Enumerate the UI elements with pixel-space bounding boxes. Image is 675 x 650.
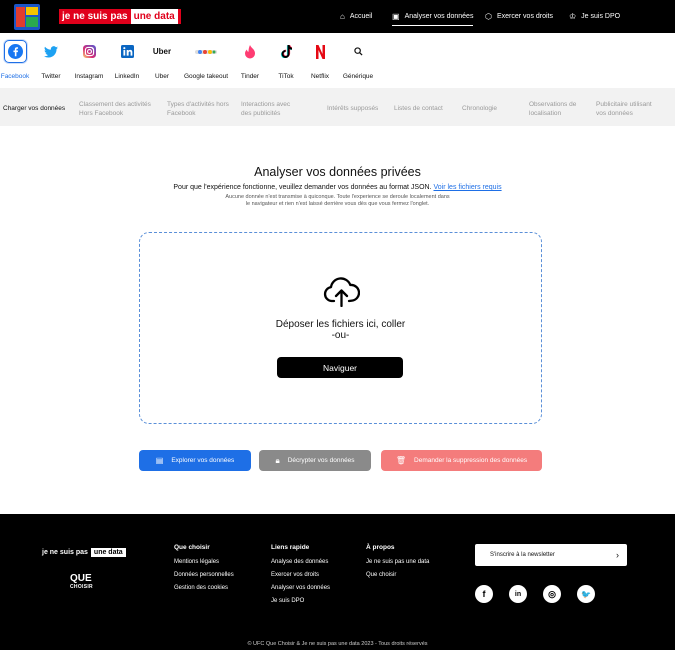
chevron-right-icon: › bbox=[616, 550, 619, 560]
subnav-label: Charger vos données bbox=[3, 105, 66, 112]
button-label: Explorer vos données bbox=[171, 457, 235, 464]
footer-col-heading: À propos bbox=[366, 544, 395, 551]
brand-logo[interactable]: je ne suis pas une data bbox=[59, 9, 181, 24]
brand-text-2: une data bbox=[130, 9, 178, 24]
file-dropzone[interactable]: Déposer les fichiers ici, coller -ou- Na… bbox=[139, 232, 542, 424]
nav-label: Exercer vos droits bbox=[496, 13, 554, 20]
footer-col-heading: Liens rapide bbox=[271, 544, 310, 551]
footer-col-liens-rapide: Liens rapide Analyse des données Exercer… bbox=[271, 544, 330, 611]
ufc-logo[interactable] bbox=[14, 4, 40, 30]
privacy-notice: Aucune donnée n'est transmise à quiconqu… bbox=[225, 194, 450, 207]
nav-dpo[interactable]: ♔ Je suis DPO bbox=[569, 0, 620, 33]
nav-analyser[interactable]: ▣ Analyser vos données bbox=[392, 0, 474, 33]
intro-sentence: Pour que l'expérience fonctionne, veuill… bbox=[173, 184, 432, 191]
database-icon: ▤ bbox=[155, 456, 164, 465]
uber-icon: Uber bbox=[151, 40, 174, 63]
subnav-charger[interactable]: Charger vos données bbox=[3, 104, 65, 113]
subnav-label: Publicitaire utilisant vos données bbox=[596, 101, 652, 117]
subnav-contacts[interactable]: Listes de contact bbox=[394, 104, 443, 113]
drop-or-label: -ou- bbox=[331, 330, 350, 341]
google-takeout-icon bbox=[195, 40, 218, 63]
subnav-label: Classement des activités Hors Facebook bbox=[79, 101, 151, 117]
page-title: Analyser vos données privées bbox=[254, 165, 421, 179]
top-bar: je ne suis pas une data ⌂ Accueil ▣ Anal… bbox=[0, 0, 675, 33]
request-deletion-button[interactable]: 🗑︎ Demander la suppression des données bbox=[381, 450, 542, 471]
nav-label: Accueil bbox=[349, 13, 373, 20]
nav-exercer[interactable]: ⬡ Exercer vos droits bbox=[485, 0, 553, 33]
subnav-label: Interactions avec des publicités bbox=[241, 101, 291, 117]
footer-link[interactable]: Que choisir bbox=[366, 572, 429, 578]
subnav-label: Listes de contact bbox=[394, 105, 443, 112]
subnav-localisation[interactable]: Observations de localisation bbox=[529, 100, 584, 118]
explore-data-button[interactable]: ▤ Explorer vos données bbox=[139, 450, 251, 471]
footer: je ne suis pas une data QUE CHOISIR Que … bbox=[0, 514, 675, 650]
linkedin-icon[interactable]: in bbox=[509, 585, 527, 603]
intro-text: Pour que l'expérience fonctionne, veuill… bbox=[0, 184, 675, 191]
footer-link[interactable]: Gestion des cookies bbox=[174, 585, 234, 591]
chart-icon: ▣ bbox=[392, 12, 400, 21]
nav-label: Analyser vos données bbox=[404, 13, 474, 20]
footer-col-a-propos: À propos Je ne suis pas une data Que cho… bbox=[366, 544, 429, 585]
twitter-icon[interactable]: 🐦 bbox=[577, 585, 595, 603]
drop-instructions: Déposer les fichiers ici, coller -ou- bbox=[140, 319, 541, 341]
nav-label: Je suis DPO bbox=[581, 13, 621, 20]
footer-link[interactable]: Je ne suis pas une data bbox=[366, 559, 429, 565]
platform-selector: Facebook Twitter Instagram LinkedIn Uber… bbox=[0, 40, 675, 84]
subnav-label: Observations de localisation bbox=[529, 101, 577, 117]
drop-label: Déposer les fichiers ici, coller bbox=[275, 319, 406, 330]
footer-brand-text-2: une data bbox=[90, 548, 126, 557]
subnav-label: Intérêts supposés bbox=[327, 105, 379, 112]
search-icon bbox=[347, 40, 370, 63]
choisir-text: CHOISIR bbox=[70, 584, 93, 590]
footer-col-que-choisir: Que choisir Mentions légales Données per… bbox=[174, 544, 234, 598]
subnav-label: Types d'activités hors Facebook bbox=[167, 101, 229, 117]
footer-link[interactable]: Analyser vos données bbox=[271, 585, 330, 591]
footer-link[interactable]: Mentions légales bbox=[174, 559, 234, 565]
lock-icon: 🔒︎ bbox=[275, 455, 280, 465]
button-label: Demander la suppression des données bbox=[414, 457, 528, 464]
decrypt-data-button[interactable]: 🔒︎ Décrypter vos données bbox=[259, 450, 371, 471]
subnav-label: Chronologie bbox=[462, 105, 498, 112]
footer-brand-text-1: je ne suis pas bbox=[42, 549, 88, 556]
analysis-subnav: Charger vos données Classement des activ… bbox=[0, 88, 675, 126]
browse-button[interactable]: Naviguer bbox=[277, 357, 403, 378]
platform-label: Uber bbox=[154, 73, 170, 80]
brand-text-1: je ne suis pas bbox=[62, 11, 128, 22]
nav-accueil[interactable]: ⌂ Accueil bbox=[340, 0, 372, 33]
subnav-interets[interactable]: Intérêts supposés bbox=[327, 104, 378, 113]
platform-label: Générique bbox=[342, 73, 374, 80]
footer-link[interactable]: Je suis DPO bbox=[271, 598, 330, 604]
instagram-icon[interactable]: ◎ bbox=[543, 585, 561, 603]
subnav-chronologie[interactable]: Chronologie bbox=[462, 104, 497, 113]
subnav-classement[interactable]: Classement des activités Hors Facebook bbox=[79, 100, 154, 118]
footer-link[interactable]: Données personnelles bbox=[174, 572, 234, 578]
footer-link[interactable]: Analyse des données bbox=[271, 559, 330, 565]
trash-icon: 🗑︎ bbox=[395, 456, 407, 465]
footer-col-heading: Que choisir bbox=[174, 544, 210, 551]
home-icon: ⌂ bbox=[340, 12, 345, 21]
crown-icon: ♔ bbox=[569, 12, 577, 21]
platform-generique[interactable]: Générique bbox=[328, 40, 388, 80]
newsletter-button[interactable]: S'inscrire à la newsletter › bbox=[475, 544, 627, 566]
required-files-link[interactable]: Voir les fichiers requis bbox=[434, 184, 502, 191]
footer-link[interactable]: Exercer vos droits bbox=[271, 572, 330, 578]
que-choisir-logo[interactable]: QUE CHOISIR bbox=[70, 574, 93, 592]
cube-icon: ⬡ bbox=[485, 12, 492, 21]
uber-logo-text: Uber bbox=[152, 47, 172, 56]
platform-label: Netflix bbox=[310, 73, 330, 80]
upload-cloud-icon bbox=[323, 277, 361, 312]
subnav-publicitaire[interactable]: Publicitaire utilisant vos données bbox=[596, 100, 661, 118]
footer-brand-logo[interactable]: je ne suis pas une data bbox=[42, 548, 126, 557]
facebook-icon[interactable]: f bbox=[475, 585, 493, 603]
subnav-types[interactable]: Types d'activités hors Facebook bbox=[167, 100, 232, 118]
subnav-interactions[interactable]: Interactions avec des publicités bbox=[241, 100, 299, 118]
newsletter-label: S'inscrire à la newsletter bbox=[490, 552, 555, 558]
platform-label: Twitter bbox=[41, 73, 61, 80]
button-label: Décrypter vos données bbox=[287, 457, 355, 464]
copyright-text: © UFC Que Choisir & Je ne suis pas une d… bbox=[247, 641, 428, 647]
